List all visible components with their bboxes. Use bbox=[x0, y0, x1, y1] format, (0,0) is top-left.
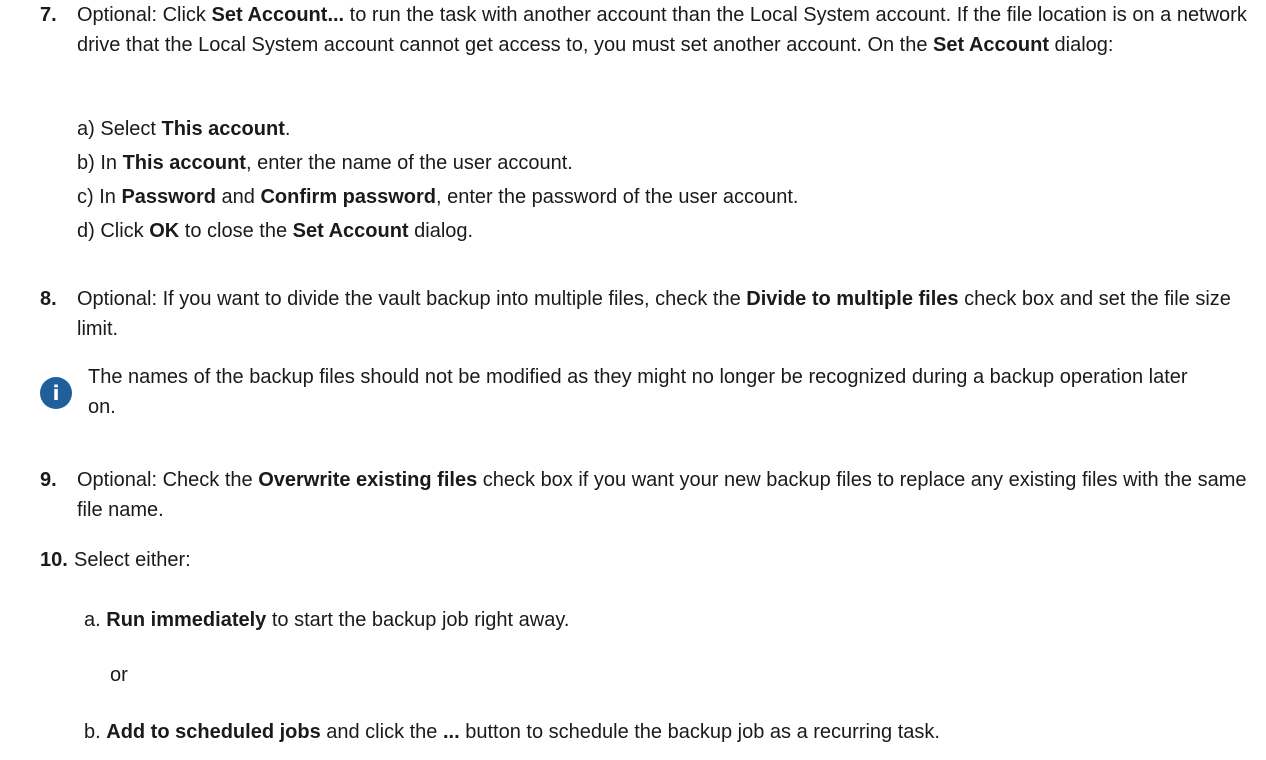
substep-label: b) bbox=[77, 152, 95, 174]
step-number: 7. bbox=[40, 4, 57, 26]
info-icon: i bbox=[40, 377, 72, 409]
or-separator: or bbox=[110, 664, 128, 686]
text-run: dialog: bbox=[1048, 34, 1114, 56]
step-number: 10. bbox=[40, 549, 68, 571]
bold-term-set-account: Set Account bbox=[933, 34, 1049, 56]
text-run: and bbox=[215, 186, 261, 208]
substep-label: d) bbox=[77, 220, 95, 242]
text-run: to close the bbox=[179, 220, 293, 242]
substep-label: a) bbox=[77, 118, 95, 140]
step-7: 7. Optional: Click Set Account... to run… bbox=[40, 0, 1250, 60]
option-b: b. Add to scheduled jobs and click the .… bbox=[84, 717, 940, 747]
bold-term-ellipsis-button: ... bbox=[443, 721, 460, 743]
step-number: 8. bbox=[40, 288, 57, 310]
option-a: a. Run immediately to start the backup j… bbox=[84, 605, 569, 635]
text-run: Optional: Click bbox=[77, 4, 212, 26]
text-run: In bbox=[93, 186, 122, 208]
step-7-text: Optional: Click Set Account... to run th… bbox=[77, 0, 1250, 60]
text-run: Click bbox=[94, 220, 150, 242]
step-10-text: Select either: bbox=[74, 549, 191, 571]
text-run: Optional: If you want to divide the vaul… bbox=[77, 288, 747, 310]
text-run: and click the bbox=[320, 721, 443, 743]
substep-7c: c) In Password and Confirm password, ent… bbox=[77, 182, 798, 212]
step-9-text: Optional: Check the Overwrite existing f… bbox=[77, 465, 1250, 525]
bold-term-add-to-scheduled-jobs: Add to scheduled jobs bbox=[106, 721, 321, 743]
text-run: button to schedule the backup job as a r… bbox=[459, 721, 940, 743]
option-label: a. bbox=[84, 609, 101, 631]
step-8: 8. Optional: If you want to divide the v… bbox=[40, 284, 1250, 344]
text-run: dialog. bbox=[408, 220, 474, 242]
step-number: 9. bbox=[40, 469, 57, 491]
step-10: 10. Select either: bbox=[40, 545, 1250, 575]
bold-term: This account bbox=[161, 118, 285, 140]
bold-term: Set Account bbox=[292, 220, 409, 242]
document-page: 7. Optional: Click Set Account... to run… bbox=[0, 0, 1266, 760]
text-run: , enter the password of the user account… bbox=[436, 186, 799, 208]
text-run: Optional: Check the bbox=[77, 469, 259, 491]
bold-term: This account bbox=[122, 152, 246, 174]
text-run: , enter the name of the user account. bbox=[245, 152, 573, 174]
bold-term-run-immediately: Run immediately bbox=[106, 609, 267, 631]
step-9: 9. Optional: Check the Overwrite existin… bbox=[40, 465, 1250, 525]
bold-term-overwrite-existing-files: Overwrite existing files bbox=[258, 469, 478, 491]
bold-term: Password bbox=[121, 186, 216, 208]
option-label: b. bbox=[84, 721, 101, 743]
substep-7b: b) In This account, enter the name of th… bbox=[77, 148, 573, 178]
bold-term-divide-to-multiple-files: Divide to multiple files bbox=[746, 288, 959, 310]
text-run: to start the backup job right away. bbox=[266, 609, 570, 631]
text-run: In bbox=[94, 152, 123, 174]
text-run: . bbox=[284, 118, 291, 140]
substep-7d: d) Click OK to close the Set Account dia… bbox=[77, 216, 473, 246]
substep-7a: a) Select This account. bbox=[77, 114, 290, 144]
bold-term: OK bbox=[149, 220, 180, 242]
text-run: Select bbox=[94, 118, 162, 140]
bold-term: Confirm password bbox=[260, 186, 437, 208]
substep-label: c) bbox=[77, 186, 94, 208]
note-text: The names of the backup files should not… bbox=[88, 366, 1188, 418]
bold-term-set-account-ellipsis: Set Account... bbox=[211, 4, 345, 26]
step-8-text: Optional: If you want to divide the vaul… bbox=[77, 284, 1250, 344]
